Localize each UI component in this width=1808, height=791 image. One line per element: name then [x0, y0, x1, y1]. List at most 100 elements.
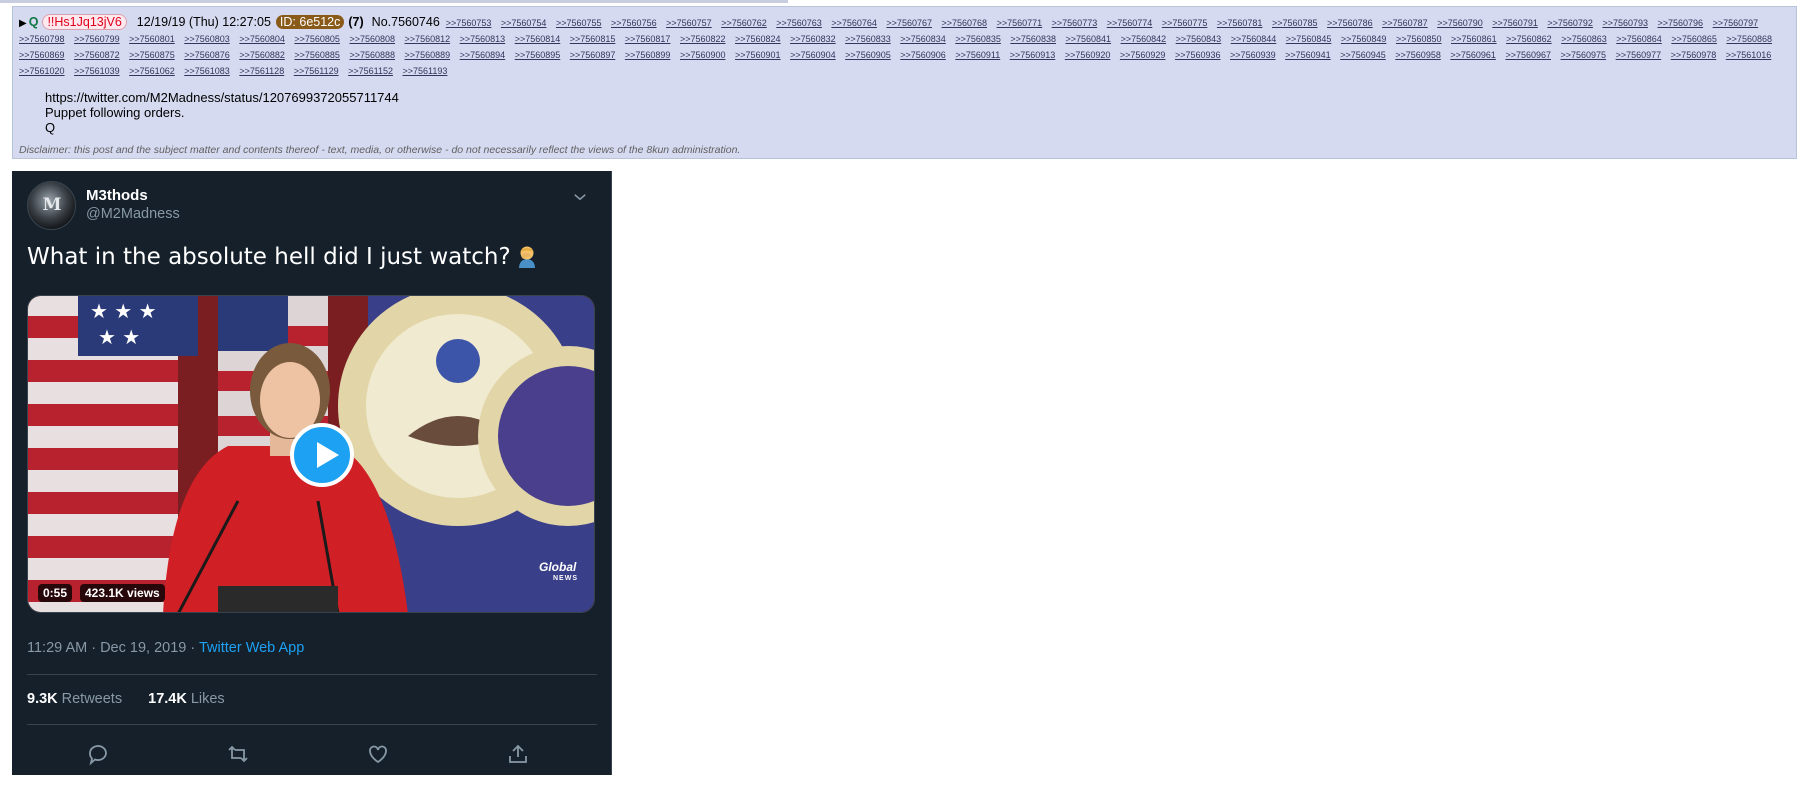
reply-link[interactable]: >>7560757 [666, 18, 712, 28]
reply-link[interactable]: >>7560862 [1506, 34, 1552, 44]
reply-link[interactable]: >>7560929 [1120, 50, 1166, 60]
reply-link[interactable]: >>7560844 [1231, 34, 1277, 44]
reply-icon[interactable] [86, 742, 110, 766]
reply-link[interactable]: >>7560822 [680, 34, 726, 44]
reply-link[interactable]: >>7560808 [349, 34, 395, 44]
reply-link[interactable]: >>7561039 [74, 66, 120, 76]
tweet-display-name[interactable]: M3thods [86, 187, 148, 204]
reply-link[interactable]: >>7561016 [1726, 50, 1772, 60]
reply-link[interactable]: >>7560875 [129, 50, 175, 60]
reply-link[interactable]: >>7560975 [1561, 50, 1607, 60]
reply-link[interactable]: >>7560815 [570, 34, 616, 44]
reply-link[interactable]: >>7560850 [1396, 34, 1442, 44]
reply-link[interactable]: >>7560833 [845, 34, 891, 44]
reply-link[interactable]: >>7560781 [1217, 18, 1263, 28]
reply-link[interactable]: >>7561083 [184, 66, 230, 76]
video-player[interactable]: ★ ★ ★ ★ ★ 0:55 423.1K views Global NEWS [27, 295, 595, 613]
reply-link[interactable]: >>7560939 [1230, 50, 1276, 60]
tweet-handle[interactable]: @M2Madness [86, 206, 180, 222]
reply-link[interactable]: >>7560832 [790, 34, 836, 44]
reply-link[interactable]: >>7560911 [955, 50, 1000, 60]
reply-link[interactable]: >>7560961 [1450, 50, 1496, 60]
reply-link[interactable]: >>7560803 [184, 34, 230, 44]
reply-link[interactable]: >>7560797 [1713, 18, 1759, 28]
reply-link[interactable]: >>7560895 [515, 50, 561, 60]
reply-link[interactable]: >>7560958 [1395, 50, 1441, 60]
reply-link[interactable]: >>7560796 [1658, 18, 1704, 28]
like-icon[interactable] [366, 742, 390, 766]
reply-link[interactable]: >>7560762 [721, 18, 767, 28]
reply-link[interactable]: >>7560801 [129, 34, 175, 44]
reply-link[interactable]: >>7560899 [625, 50, 671, 60]
retweets-stat[interactable]: 9.3K Retweets [27, 691, 122, 707]
reply-link[interactable]: >>7560869 [19, 50, 65, 60]
collapse-triangle-icon[interactable]: ▶ [19, 18, 27, 29]
reply-link[interactable]: >>7560865 [1671, 34, 1717, 44]
reply-link[interactable]: >>7560763 [776, 18, 822, 28]
reply-link[interactable]: >>7560977 [1616, 50, 1662, 60]
post-body-link[interactable]: https://twitter.com/M2Madness/status/120… [45, 90, 1786, 105]
reply-link[interactable]: >>7560872 [74, 50, 120, 60]
reply-link[interactable]: >>7560790 [1437, 18, 1483, 28]
reply-link[interactable]: >>7560888 [349, 50, 395, 60]
reply-link[interactable]: >>7561129 [294, 66, 339, 76]
reply-link[interactable]: >>7561152 [348, 66, 393, 76]
reply-link[interactable]: >>7560817 [625, 34, 671, 44]
reply-link[interactable]: >>7560767 [886, 18, 932, 28]
avatar[interactable]: M [27, 181, 76, 230]
reply-link[interactable]: >>7560754 [501, 18, 547, 28]
reply-link[interactable]: >>7560755 [556, 18, 602, 28]
poster-id-badge[interactable]: ID: 6e512c [275, 15, 345, 29]
reply-link[interactable]: >>7560900 [680, 50, 726, 60]
reply-link[interactable]: >>7560967 [1505, 50, 1551, 60]
reply-link[interactable]: >>7560876 [184, 50, 230, 60]
reply-link[interactable]: >>7560804 [239, 34, 285, 44]
reply-link[interactable]: >>7560894 [460, 50, 506, 60]
reply-link[interactable]: >>7560793 [1602, 18, 1648, 28]
reply-link[interactable]: >>7560905 [845, 50, 891, 60]
reply-link[interactable]: >>7560904 [790, 50, 836, 60]
reply-link[interactable]: >>7560913 [1010, 50, 1056, 60]
reply-link[interactable]: >>7560978 [1671, 50, 1717, 60]
reply-link[interactable]: >>7560774 [1107, 18, 1153, 28]
tweet-source-link[interactable]: Twitter Web App [199, 640, 304, 656]
reply-link[interactable]: >>7560945 [1340, 50, 1386, 60]
reply-link[interactable]: >>7560941 [1285, 50, 1331, 60]
reply-link[interactable]: >>7560842 [1121, 34, 1167, 44]
reply-link[interactable]: >>7560785 [1272, 18, 1318, 28]
reply-link[interactable]: >>7560786 [1327, 18, 1373, 28]
reply-link[interactable]: >>7560799 [74, 34, 120, 44]
reply-link[interactable]: >>7560897 [570, 50, 616, 60]
reply-link[interactable]: >>7560861 [1451, 34, 1497, 44]
reply-link[interactable]: >>7561062 [129, 66, 175, 76]
reply-link[interactable]: >>7560791 [1492, 18, 1538, 28]
reply-link[interactable]: >>7560768 [942, 18, 988, 28]
reply-link[interactable]: >>7560901 [735, 50, 781, 60]
reply-link[interactable]: >>7560792 [1547, 18, 1593, 28]
reply-link[interactable]: >>7560773 [1052, 18, 1098, 28]
reply-link[interactable]: >>7560835 [955, 34, 1001, 44]
reply-link[interactable]: >>7560813 [460, 34, 506, 44]
reply-link[interactable]: >>7560920 [1065, 50, 1111, 60]
reply-link[interactable]: >>7560812 [405, 34, 451, 44]
likes-stat[interactable]: 17.4K Likes [148, 691, 225, 707]
reply-link[interactable]: >>7560805 [294, 34, 340, 44]
reply-link[interactable]: >>7560753 [446, 18, 492, 28]
reply-link[interactable]: >>7560864 [1616, 34, 1662, 44]
reply-link[interactable]: >>7560936 [1175, 50, 1221, 60]
reply-link[interactable]: >>7560838 [1010, 34, 1056, 44]
reply-link[interactable]: >>7560845 [1286, 34, 1332, 44]
reply-link[interactable]: >>7560771 [997, 18, 1043, 28]
reply-link[interactable]: >>7560834 [900, 34, 946, 44]
reply-link[interactable]: >>7560849 [1341, 34, 1387, 44]
reply-link[interactable]: >>7560868 [1726, 34, 1772, 44]
reply-link[interactable]: >>7561128 [239, 66, 284, 76]
reply-link[interactable]: >>7561020 [19, 66, 65, 76]
reply-link[interactable]: >>7560756 [611, 18, 657, 28]
chevron-down-icon[interactable] [571, 188, 589, 206]
reply-link[interactable]: >>7560841 [1065, 34, 1111, 44]
reply-link[interactable]: >>7560814 [515, 34, 561, 44]
reply-link[interactable]: >>7560775 [1162, 18, 1208, 28]
reply-link[interactable]: >>7560863 [1561, 34, 1607, 44]
reply-link[interactable]: >>7560906 [900, 50, 946, 60]
